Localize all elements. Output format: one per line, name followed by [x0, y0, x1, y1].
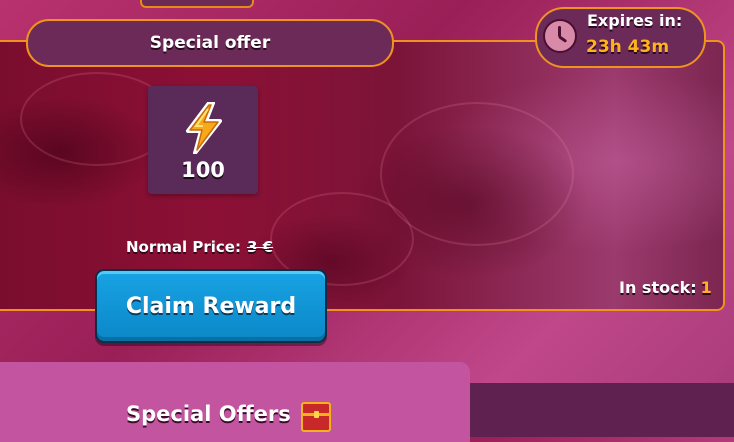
stock-count: 1	[700, 278, 712, 297]
clock-icon	[543, 19, 577, 53]
stock-label: In stock:	[619, 278, 697, 297]
normal-price-value: 3 €	[246, 238, 274, 256]
top-tab-edge	[140, 0, 254, 8]
offer-title: Special offer	[26, 19, 394, 67]
lightning-bolt-icon	[186, 102, 222, 154]
stock-info: In stock: 1	[619, 278, 712, 297]
claim-reward-label: Claim Reward	[125, 293, 297, 319]
normal-price-label: Normal Price:	[126, 238, 241, 256]
reward-quantity: 100	[181, 158, 225, 182]
expires-label: Expires in:	[587, 11, 683, 30]
normal-price: Normal Price: 3 €	[126, 238, 273, 256]
treasure-chest-icon	[301, 402, 331, 432]
expires-timer: Expires in: 23h 43m	[535, 7, 706, 68]
reward-item-tile: 100	[148, 86, 258, 194]
tab-special-offers-label: Special Offers	[126, 402, 291, 426]
offer-title-text: Special offer	[149, 33, 271, 53]
claim-reward-button[interactable]: Claim Reward	[95, 269, 327, 343]
bottom-bar	[470, 383, 734, 437]
expires-time: 23h 43m	[586, 37, 670, 57]
